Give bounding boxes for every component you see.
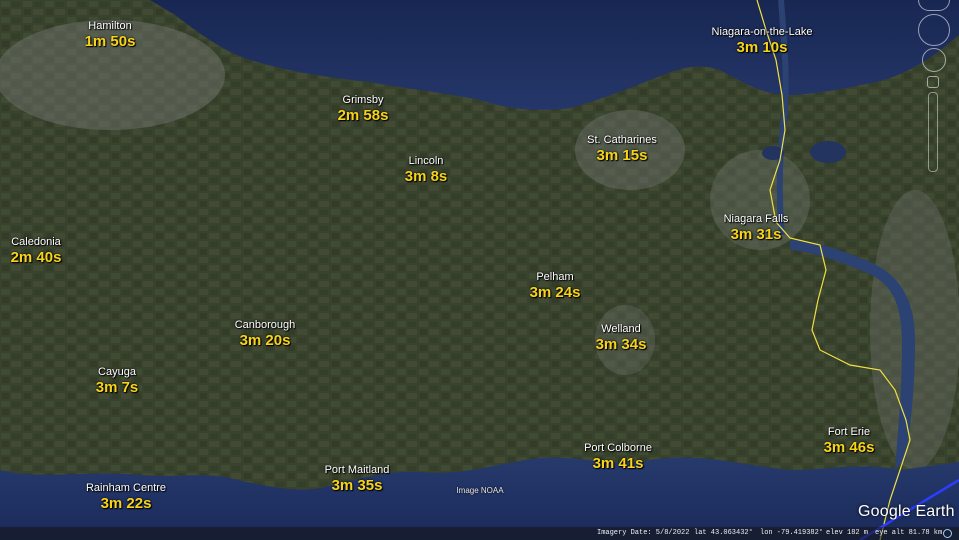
imagery-attribution: Image NOAA xyxy=(456,486,504,495)
latitude-readout: lat 43.063432° xyxy=(694,529,753,537)
zoom-slider-icon[interactable] xyxy=(928,92,938,172)
map-viewport[interactable]: Hamilton 1m 50s Grimsby 2m 58s Lincoln 3… xyxy=(0,0,959,540)
elevation-readout: elev 182 m xyxy=(826,529,869,537)
urban-area-niagara-falls xyxy=(710,150,810,250)
urban-area-welland xyxy=(595,305,655,375)
look-joystick-icon[interactable] xyxy=(918,14,950,46)
status-indicator-icon xyxy=(943,529,952,538)
urban-area-hamilton xyxy=(0,20,225,130)
satellite-map[interactable] xyxy=(0,0,959,540)
move-joystick-icon[interactable] xyxy=(922,48,946,72)
eye-altitude-readout: eye alt 81.78 km xyxy=(875,529,943,537)
imagery-date: Imagery Date: 5/8/2022 xyxy=(597,529,690,537)
street-view-icon[interactable] xyxy=(927,76,939,88)
status-bar: Imagery Date: 5/8/2022 lat 43.063432° lo… xyxy=(0,527,959,540)
reservoir-lake xyxy=(810,141,846,163)
google-earth-logo: Google Earth xyxy=(858,503,955,520)
longitude-readout: lon -79.419382° xyxy=(760,529,824,537)
urban-area-st-catharines xyxy=(575,110,685,190)
